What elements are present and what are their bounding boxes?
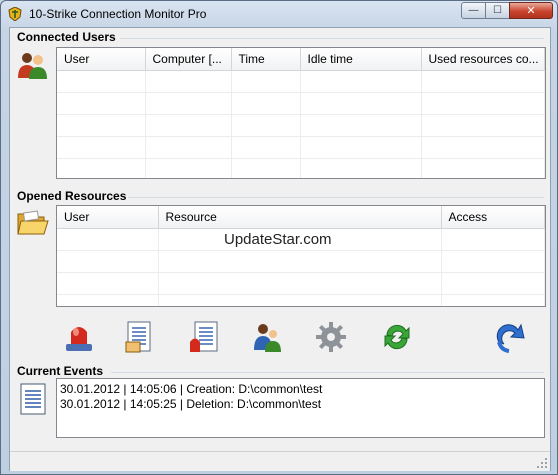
open-folder-icon — [17, 210, 49, 235]
section-divider — [120, 38, 544, 39]
section-divider — [111, 372, 544, 373]
current-events-heading: Current Events — [17, 364, 104, 378]
main-panel: Connected Users User Computer [... Time … — [9, 27, 551, 471]
column-header-access[interactable]: Access — [441, 206, 545, 229]
title-bar[interactable]: 10-Strike Connection Monitor Pro — ☐ ✕ — [1, 1, 557, 27]
event-line: 30.01.2012 | 14:05:25 | Deletion: D:\com… — [60, 397, 322, 411]
resize-grip-icon[interactable] — [536, 457, 548, 469]
event-log-icon — [20, 383, 46, 415]
redo-arrow-icon — [496, 323, 525, 353]
app-window: 10-Strike Connection Monitor Pro — ☐ ✕ C… — [0, 0, 558, 475]
exit-button[interactable] — [493, 320, 527, 354]
table-row — [57, 114, 545, 137]
column-header-used-resources[interactable]: Used resources co... — [421, 48, 545, 71]
watermark-text: UpdateStar.com — [224, 231, 332, 248]
column-header-user[interactable]: User — [57, 48, 146, 71]
close-button[interactable]: ✕ — [509, 2, 553, 19]
table-row — [57, 250, 545, 273]
column-header-time[interactable]: Time — [231, 48, 301, 71]
connected-users-table[interactable]: User Computer [... Time Idle time Used r… — [56, 47, 546, 179]
status-bar — [10, 451, 550, 471]
current-events-log[interactable]: 30.01.2012 | 14:05:06 | Creation: D:\com… — [56, 378, 545, 438]
connected-users-heading: Connected Users — [17, 30, 116, 44]
red-siren-icon — [66, 327, 92, 351]
table-row — [57, 92, 545, 115]
settings-button[interactable] — [314, 320, 348, 354]
column-header-user[interactable]: User — [57, 206, 159, 229]
log-alarm-icon — [190, 321, 218, 352]
refresh-button[interactable] — [380, 320, 414, 354]
app-logo-icon — [8, 7, 22, 21]
table-row — [57, 158, 545, 178]
gear-icon — [316, 322, 346, 352]
table-row — [57, 136, 545, 159]
table-row — [57, 70, 545, 93]
opened-resources-heading: Opened Resources — [17, 189, 127, 203]
log-list-icon — [125, 321, 151, 353]
column-header-resource[interactable]: Resource — [158, 206, 442, 229]
event-line: 30.01.2012 | 14:05:06 | Creation: D:\com… — [60, 382, 323, 396]
section-divider — [128, 197, 544, 198]
table-row — [57, 272, 545, 295]
column-header-idle-time[interactable]: Idle time — [300, 48, 422, 71]
opened-resources-table[interactable]: User Resource Access — [56, 205, 546, 307]
users-icon — [18, 53, 47, 79]
window-title: 10-Strike Connection Monitor Pro — [29, 7, 207, 21]
table-row — [57, 294, 545, 306]
refresh-icon — [384, 324, 410, 350]
column-header-computer[interactable]: Computer [... — [145, 48, 232, 71]
maximize-button[interactable]: ☐ — [485, 2, 510, 19]
users-log-button[interactable] — [123, 320, 157, 354]
user-accounts-button[interactable] — [250, 320, 284, 354]
alarm-users-button[interactable] — [62, 320, 96, 354]
events-log-button[interactable] — [187, 320, 221, 354]
users-icon — [254, 324, 281, 352]
minimize-button[interactable]: — — [461, 2, 486, 19]
